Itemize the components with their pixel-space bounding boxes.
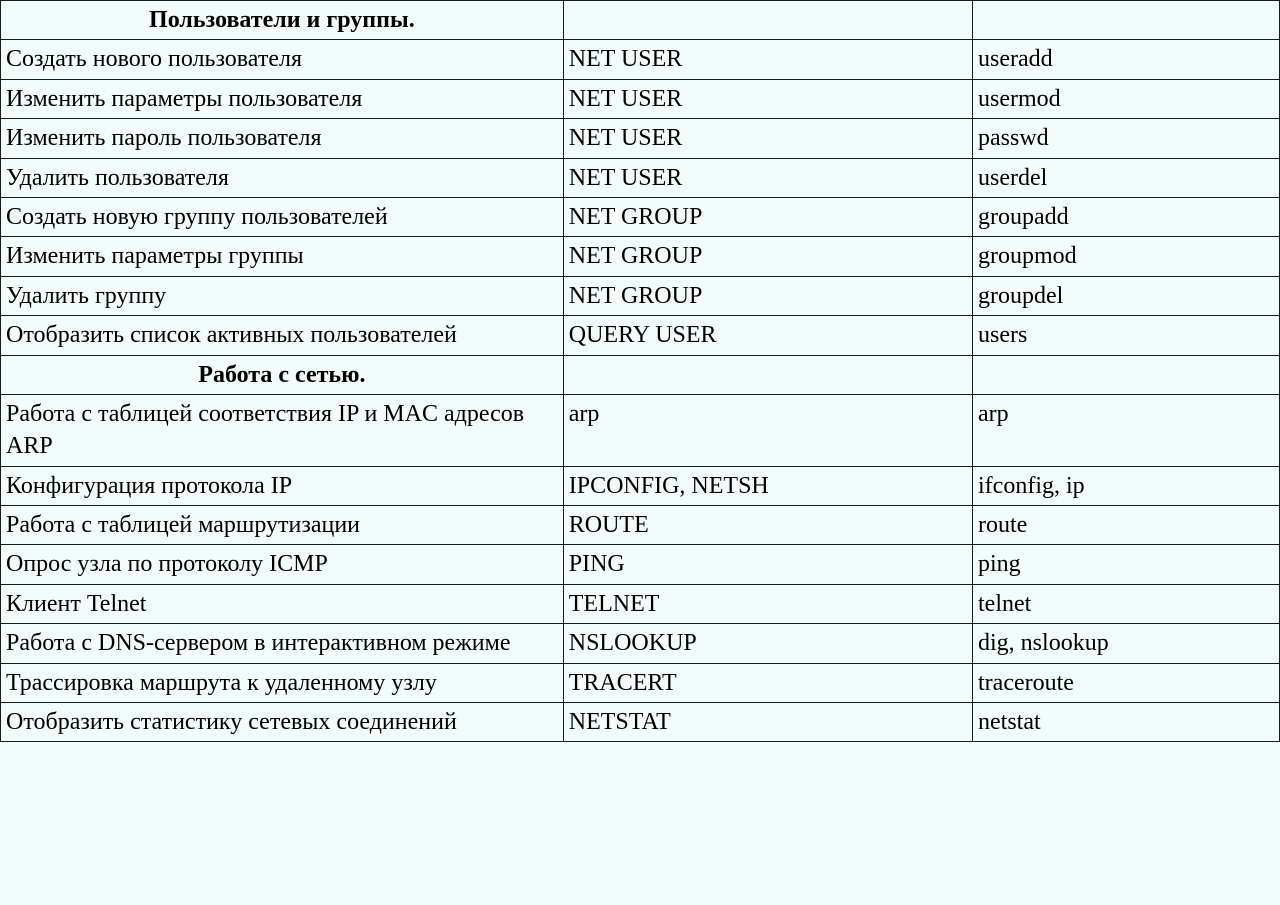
description-cell: Клиент Telnet xyxy=(1,584,564,623)
windows-command-cell: ROUTE xyxy=(563,506,972,545)
windows-command-cell: NET USER xyxy=(563,40,972,79)
windows-command-cell: PING xyxy=(563,545,972,584)
description-cell: Работа с таблицей маршрутизации xyxy=(1,506,564,545)
linux-command-cell: usermod xyxy=(973,79,1280,118)
linux-command-cell: groupadd xyxy=(973,197,1280,236)
linux-command-cell: traceroute xyxy=(973,663,1280,702)
linux-command-cell: users xyxy=(973,316,1280,355)
windows-command-cell xyxy=(563,355,972,394)
linux-command-cell: userdel xyxy=(973,158,1280,197)
linux-command-cell: passwd xyxy=(973,119,1280,158)
table-row: Клиент TelnetTELNETtelnet xyxy=(1,584,1280,623)
windows-command-cell: NET GROUP xyxy=(563,276,972,315)
table-body: Пользователи и группы.Создать нового пол… xyxy=(1,1,1280,742)
table-row: Отобразить статистику сетевых соединений… xyxy=(1,703,1280,742)
linux-command-cell: ping xyxy=(973,545,1280,584)
windows-command-cell: NET GROUP xyxy=(563,237,972,276)
section-header-cell: Пользователи и группы. xyxy=(1,1,564,40)
description-cell: Отобразить статистику сетевых соединений xyxy=(1,703,564,742)
description-cell: Создать нового пользователя xyxy=(1,40,564,79)
description-cell: Работа с DNS-сервером в интерактивном ре… xyxy=(1,624,564,663)
description-cell: Создать новую группу пользователей xyxy=(1,197,564,236)
linux-command-cell: arp xyxy=(973,394,1280,466)
table-row: Изменить параметры пользователяNET USERu… xyxy=(1,79,1280,118)
description-cell: Опрос узла по протоколу ICMP xyxy=(1,545,564,584)
windows-command-cell: QUERY USER xyxy=(563,316,972,355)
windows-command-cell: TELNET xyxy=(563,584,972,623)
linux-command-cell: ifconfig, ip xyxy=(973,466,1280,505)
linux-command-cell: useradd xyxy=(973,40,1280,79)
windows-command-cell: NET GROUP xyxy=(563,197,972,236)
description-cell: Изменить параметры группы xyxy=(1,237,564,276)
description-cell: Работа с таблицей соответствия IP и MAC … xyxy=(1,394,564,466)
linux-command-cell: dig, nslookup xyxy=(973,624,1280,663)
table-row: Создать нового пользователяNET USERusera… xyxy=(1,40,1280,79)
windows-command-cell: NSLOOKUP xyxy=(563,624,972,663)
windows-command-cell: arp xyxy=(563,394,972,466)
linux-command-cell xyxy=(973,355,1280,394)
windows-command-cell: TRACERT xyxy=(563,663,972,702)
windows-command-cell: NET USER xyxy=(563,79,972,118)
description-cell: Изменить пароль пользователя xyxy=(1,119,564,158)
table-row: Опрос узла по протоколу ICMPPINGping xyxy=(1,545,1280,584)
linux-command-cell: groupmod xyxy=(973,237,1280,276)
table-row: Изменить пароль пользователяNET USERpass… xyxy=(1,119,1280,158)
linux-command-cell: groupdel xyxy=(973,276,1280,315)
table-row: Конфигурация протокола IPIPCONFIG, NETSH… xyxy=(1,466,1280,505)
table-row: Пользователи и группы. xyxy=(1,1,1280,40)
table-row: Отобразить список активных пользователей… xyxy=(1,316,1280,355)
linux-command-cell: netstat xyxy=(973,703,1280,742)
windows-command-cell: NET USER xyxy=(563,119,972,158)
table-row: Удалить пользователяNET USERuserdel xyxy=(1,158,1280,197)
description-cell: Отобразить список активных пользователей xyxy=(1,316,564,355)
windows-command-cell: IPCONFIG, NETSH xyxy=(563,466,972,505)
table-row: Работа с таблицей соответствия IP и MAC … xyxy=(1,394,1280,466)
section-header-cell: Работа с сетью. xyxy=(1,355,564,394)
table-row: Удалить группуNET GROUPgroupdel xyxy=(1,276,1280,315)
linux-command-cell: telnet xyxy=(973,584,1280,623)
table-row: Работа с таблицей маршрутизацииROUTErout… xyxy=(1,506,1280,545)
table-row: Работа с DNS-сервером в интерактивном ре… xyxy=(1,624,1280,663)
description-cell: Удалить группу xyxy=(1,276,564,315)
table-row: Изменить параметры группыNET GROUPgroupm… xyxy=(1,237,1280,276)
commands-table: Пользователи и группы.Создать нового пол… xyxy=(0,0,1280,742)
table-row: Трассировка маршрута к удаленному узлуTR… xyxy=(1,663,1280,702)
description-cell: Конфигурация протокола IP xyxy=(1,466,564,505)
linux-command-cell: route xyxy=(973,506,1280,545)
linux-command-cell xyxy=(973,1,1280,40)
windows-command-cell xyxy=(563,1,972,40)
windows-command-cell: NETSTAT xyxy=(563,703,972,742)
description-cell: Изменить параметры пользователя xyxy=(1,79,564,118)
description-cell: Удалить пользователя xyxy=(1,158,564,197)
table-row: Работа с сетью. xyxy=(1,355,1280,394)
windows-command-cell: NET USER xyxy=(563,158,972,197)
description-cell: Трассировка маршрута к удаленному узлу xyxy=(1,663,564,702)
table-row: Создать новую группу пользователейNET GR… xyxy=(1,197,1280,236)
